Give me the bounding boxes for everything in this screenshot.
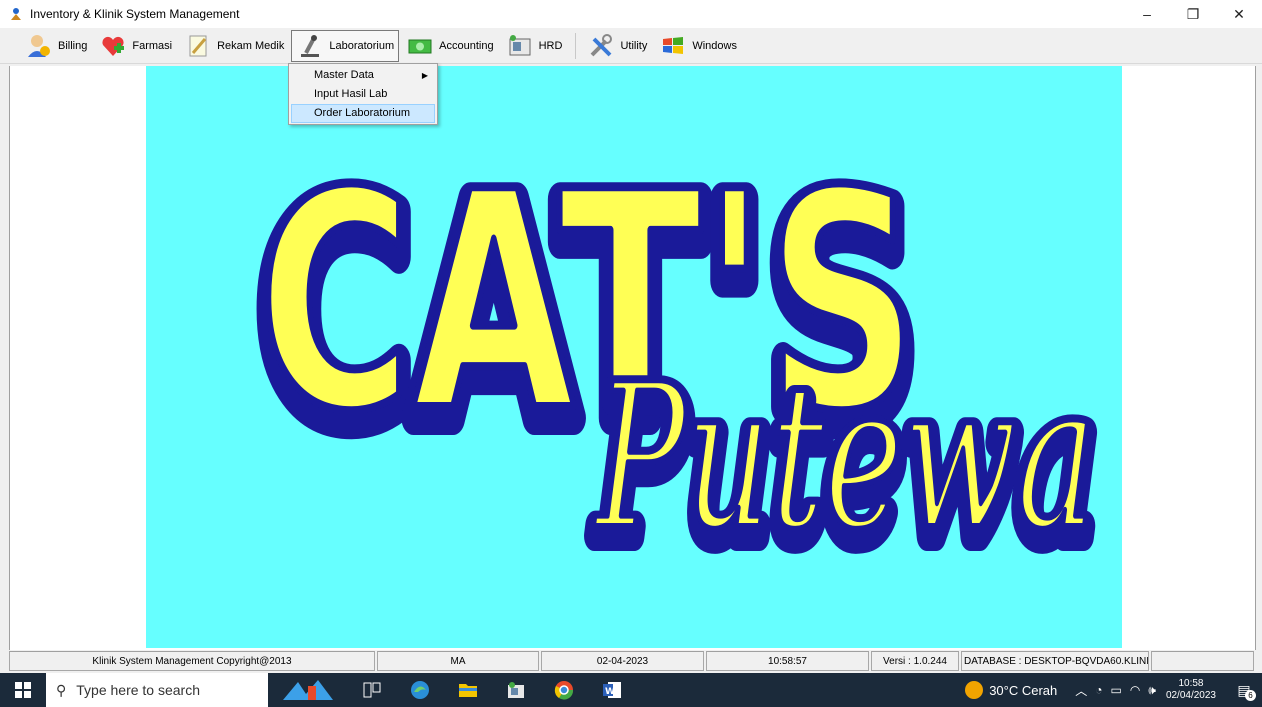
status-database: DATABASE : DESKTOP-BQVDA60.KLINIK: [961, 651, 1149, 671]
submenu-arrow-icon: ▶: [421, 71, 428, 80]
notification-center[interactable]: ▤ 6: [1226, 673, 1262, 707]
utility-icon: [587, 32, 615, 60]
window-controls: – ❐ ✕: [1124, 0, 1262, 28]
menu-utility[interactable]: Utility: [582, 30, 652, 62]
restore-button[interactable]: ❐: [1170, 0, 1216, 28]
windows-start-icon: [15, 682, 31, 698]
clock-date: 02/04/2023: [1165, 690, 1216, 701]
search-highlight-icon[interactable]: [268, 673, 348, 707]
status-version: Versi : 1.0.244: [871, 651, 959, 671]
svg-text:W: W: [605, 687, 615, 697]
taskbar: ⚲ Type here to search W 30°C Cerah ︿ ◔ ▭…: [0, 673, 1262, 707]
accounting-icon: [406, 32, 434, 60]
status-empty: [1151, 651, 1254, 671]
system-tray: 30°C Cerah ︿ ◔ ▭ ◠ 🕪 10:58 02/04/2023 ▤ …: [965, 673, 1262, 707]
dd-order-laboratorium[interactable]: Order Laboratorium: [291, 104, 435, 123]
clock-time: 10:58: [1178, 678, 1204, 689]
app-icon: [11, 8, 21, 20]
menu-billing[interactable]: Billing: [20, 30, 92, 62]
weather-widget[interactable]: 30°C Cerah: [965, 681, 1057, 699]
cats-putewa-logo: CAT'S CAT'S Putewa Putewa: [241, 123, 1111, 599]
show-hidden-icons-icon[interactable]: ︿: [1075, 682, 1087, 699]
menu-laboratorium[interactable]: Laboratorium: [291, 29, 400, 62]
start-button[interactable]: [0, 673, 46, 707]
edge-icon[interactable]: [396, 673, 444, 707]
menu-rekam-medik-label: Rekam Medik: [217, 39, 285, 52]
menu-farmasi[interactable]: Farmasi: [94, 30, 177, 62]
windows-icon: [659, 32, 687, 60]
status-bar: Klinik System Management Copyright@2013 …: [9, 651, 1256, 671]
farmasi-icon: [99, 32, 127, 60]
volume-icon[interactable]: 🕪: [1148, 683, 1156, 698]
minimize-button[interactable]: –: [1124, 0, 1170, 28]
battery-icon[interactable]: ▭: [1111, 683, 1122, 697]
word-icon[interactable]: W: [588, 673, 636, 707]
menu-windows-label: Windows: [692, 39, 737, 52]
chrome-icon[interactable]: [540, 673, 588, 707]
menu-accounting[interactable]: Accounting: [401, 30, 498, 62]
status-time: 10:58:57: [706, 651, 869, 671]
main-workspace: CAT'S CAT'S Putewa Putewa: [9, 66, 1256, 650]
window-title: Inventory & Klinik System Management: [30, 7, 240, 21]
menu-hrd-label: HRD: [538, 39, 563, 52]
hrd-icon: [506, 32, 534, 60]
menu-separator: [575, 32, 577, 59]
wifi-icon[interactable]: ◠: [1130, 683, 1140, 697]
file-explorer-icon[interactable]: [444, 673, 492, 707]
laboratorium-dropdown: Master Data ▶ Input Hasil Lab Order Labo…: [288, 63, 438, 125]
status-copyright: Klinik System Management Copyright@2013: [9, 651, 375, 671]
menu-billing-label: Billing: [58, 39, 88, 52]
close-button[interactable]: ✕: [1216, 0, 1262, 28]
logo-line2: Putewa: [593, 341, 1096, 574]
search-icon: ⚲: [56, 681, 67, 698]
notification-count: 6: [1245, 690, 1256, 701]
dd-input-hasil-lab[interactable]: Input Hasil Lab: [291, 85, 435, 104]
weather-icon: [965, 681, 984, 699]
logo-panel: CAT'S CAT'S Putewa Putewa: [146, 66, 1122, 648]
menu-utility-label: Utility: [620, 39, 648, 52]
menu-farmasi-label: Farmasi: [132, 39, 173, 52]
title-bar: Inventory & Klinik System Management – ❐…: [0, 0, 1262, 28]
menu-rekam-medik[interactable]: Rekam Medik: [179, 30, 289, 62]
microscope-icon: [296, 32, 324, 60]
menu-laboratorium-label: Laboratorium: [329, 39, 395, 52]
dd-order-laboratorium-label: Order Laboratorium: [314, 107, 410, 119]
status-user: MA: [377, 651, 539, 671]
rekam-medik-icon: [184, 32, 212, 60]
taskbar-search[interactable]: ⚲ Type here to search: [46, 673, 268, 707]
klinik-app-taskbar-icon[interactable]: [492, 673, 540, 707]
meet-now-icon[interactable]: ◔: [1095, 683, 1102, 697]
dd-master-data-label: Master Data: [314, 69, 374, 81]
status-date: 02-04-2023: [541, 651, 704, 671]
menu-accounting-label: Accounting: [439, 39, 494, 52]
dd-input-hasil-lab-label: Input Hasil Lab: [314, 88, 388, 100]
dd-master-data[interactable]: Master Data ▶: [291, 66, 435, 85]
menu-windows[interactable]: Windows: [654, 30, 742, 62]
billing-icon: [25, 32, 53, 60]
task-view-icon[interactable]: [348, 673, 396, 707]
menu-bar: Billing Farmasi Rekam Medik Laboratorium…: [0, 28, 1262, 64]
search-placeholder: Type here to search: [76, 682, 201, 698]
weather-text: 30°C Cerah: [989, 682, 1058, 698]
menu-hrd[interactable]: HRD: [501, 30, 568, 62]
taskbar-clock[interactable]: 10:58 02/04/2023: [1166, 678, 1216, 702]
